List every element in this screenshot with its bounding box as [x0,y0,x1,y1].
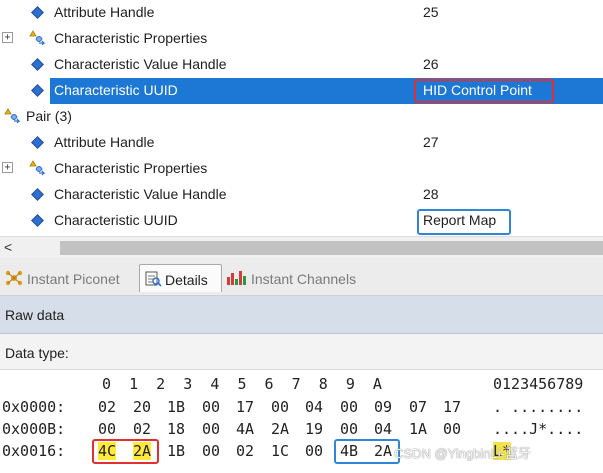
tree-row-value: 26 [423,56,439,72]
hex-byte: 00 [202,398,221,416]
hex-byte: 1B [167,398,186,416]
hex-byte: 17 [443,398,462,416]
tree-row-label: Attribute Handle [54,134,155,150]
expand-icon[interactable]: + [2,32,13,43]
hex-byte: 04 [374,420,393,438]
hex-byte: 00 [340,420,359,438]
hex-byte: 2A [271,420,290,438]
tab-strip: Instant Piconet Details Instant Channels [0,258,603,296]
hex-byte: 00 [340,398,359,416]
tree-row-label: Characteristic Properties [54,30,208,46]
tab-label: Instant Channels [251,271,357,287]
properties-icon [29,160,46,176]
tree-row-label: Pair (3) [26,108,72,124]
hex-column-header: 0 1 2 3 4 5 6 7 8 9 A [102,375,382,393]
expand-icon[interactable]: + [2,162,13,173]
tree-row-label: Attribute Handle [54,4,155,20]
attribute-icon [31,214,44,227]
hex-byte: 20 [133,398,152,416]
details-icon [145,271,162,287]
tree-row-value: 27 [423,134,439,150]
tree-row-value: 28 [423,186,439,202]
red-annotation-box [414,79,554,103]
attribute-icon [31,84,44,97]
horizontal-scrollbar[interactable]: < [0,236,603,258]
hex-byte: 07 [409,398,428,416]
blue-annotation-box [417,209,511,235]
red-annotation-box [92,439,159,464]
hex-byte: 00 [202,420,221,438]
tree-row-value: 25 [423,4,439,20]
ascii-text: . ........ [493,398,584,416]
hex-byte: 1C [271,442,290,460]
hex-byte: 1B [167,442,186,460]
tree-row-characteristic-properties[interactable]: + Characteristic Properties [0,156,603,182]
tree-row-label: Characteristic UUID [54,212,178,228]
tree-row-characteristic-value-handle[interactable]: Characteristic Value Handle 26 [0,52,603,78]
hex-byte: 00 [202,442,221,460]
attribute-icon [31,136,44,149]
tab-details[interactable]: Details [139,264,222,292]
hex-byte: 02 [133,420,152,438]
raw-data-label: Raw data [5,307,65,323]
piconet-icon [5,270,23,286]
tree-row-label: Characteristic UUID [54,82,178,98]
hex-byte: 19 [305,420,324,438]
hex-offset: 0x000B: [2,420,66,438]
hex-byte: 00 [305,442,324,460]
attribute-icon [31,58,44,71]
hex-byte: 02 [98,398,117,416]
tab-label: Details [165,272,208,288]
blue-annotation-box [334,439,400,464]
attribute-icon [31,188,44,201]
hex-byte: 02 [236,442,255,460]
tab-instant-piconet[interactable]: Instant Piconet [4,264,134,292]
ascii-column-header: 0123456789 [493,375,584,393]
scroll-left-arrow[interactable]: < [4,239,12,255]
tree-row-label: Characteristic Value Handle [54,186,227,202]
tab-label: Instant Piconet [27,271,120,287]
hex-byte: 1A [409,420,428,438]
hex-byte: 00 [98,420,117,438]
tree-row-attribute-handle[interactable]: Attribute Handle 27 [0,130,603,156]
channels-icon [227,271,246,285]
hex-byte: 09 [374,398,393,416]
tree-row-characteristic-uuid-selected[interactable]: Characteristic UUID HID Control Point [0,78,603,104]
attribute-icon [31,6,44,19]
hex-byte: 4A [236,420,255,438]
hex-byte: 04 [305,398,324,416]
data-type-label: Data type: [5,345,69,361]
tree-row-characteristic-properties[interactable]: + Characteristic Properties [0,26,603,52]
hex-byte: 17 [236,398,255,416]
hex-byte: 00 [271,398,290,416]
hex-byte: 18 [167,420,186,438]
hex-offset: 0x0016: [2,442,66,460]
gatt-tree-view: Attribute Handle 25 + Characteristic Pro… [0,0,603,236]
tree-row-characteristic-value-handle[interactable]: Characteristic Value Handle 28 [0,182,603,208]
data-type-row: Data type: [0,334,603,370]
pair-icon [4,108,21,124]
tree-row-characteristic-uuid[interactable]: Characteristic UUID Report Map [0,208,603,235]
ascii-text: ....J*.... [493,420,584,438]
tree-row-attribute-handle[interactable]: Attribute Handle 25 [0,0,603,26]
watermark: CSDN @YingbinLi-蓝牙 [394,446,531,461]
tab-instant-channels[interactable]: Instant Channels [226,264,376,292]
hex-offset: 0x0000: [2,398,66,416]
tree-row-pair[interactable]: Pair (3) [0,104,603,130]
hex-byte: 00 [443,420,462,438]
raw-data-header[interactable]: Raw data [0,296,603,334]
scrollbar-thumb[interactable] [60,241,603,255]
tree-row-label: Characteristic Properties [54,160,208,176]
tree-row-label: Characteristic Value Handle [54,56,227,72]
properties-icon [29,30,46,46]
